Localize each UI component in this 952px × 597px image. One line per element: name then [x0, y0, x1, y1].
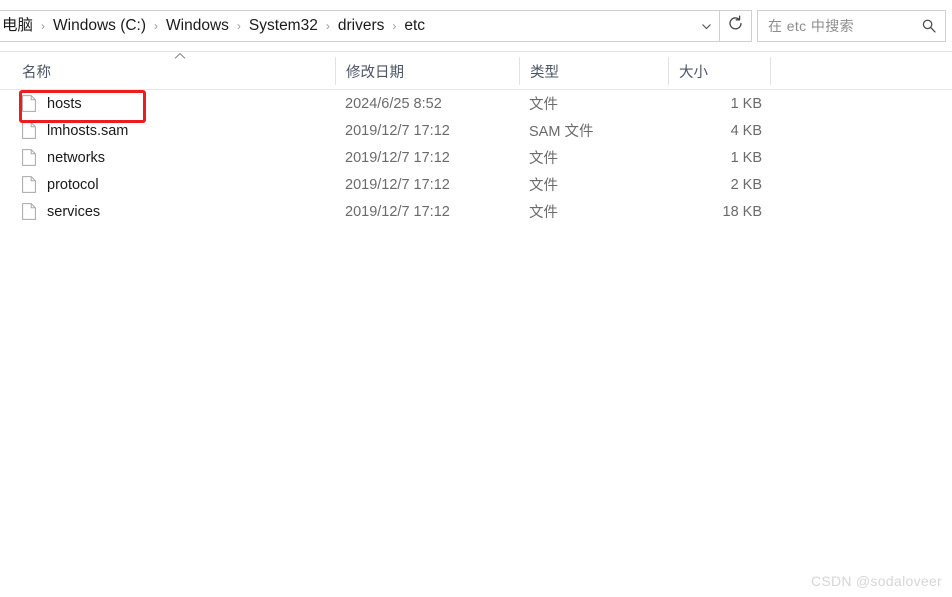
- file-date-cell: 2019/12/7 17:12: [345, 176, 450, 193]
- file-date-cell: 2019/12/7 17:12: [345, 122, 450, 139]
- search-input[interactable]: 在 etc 中搜索: [768, 16, 921, 36]
- file-name-cell[interactable]: lmhosts.sam: [22, 117, 128, 144]
- refresh-icon: [727, 15, 744, 37]
- file-date-cell: 2024/6/25 8:52: [345, 95, 442, 112]
- file-name-cell[interactable]: services: [22, 198, 100, 225]
- column-header-type[interactable]: 类型: [520, 52, 559, 90]
- file-date-cell: 2019/12/7 17:12: [345, 203, 450, 220]
- table-row[interactable]: hosts 2024/6/25 8:52 文件 1 KB: [0, 90, 952, 117]
- breadcrumb-item-windows[interactable]: Windows: [165, 11, 230, 41]
- table-row[interactable]: services 2019/12/7 17:12 文件 18 KB: [0, 198, 952, 225]
- chevron-up-icon: [172, 52, 188, 62]
- breadcrumb-item-drivers[interactable]: drivers: [337, 11, 386, 41]
- search-box[interactable]: 在 etc 中搜索: [757, 10, 946, 42]
- table-row[interactable]: networks 2019/12/7 17:12 文件 1 KB: [0, 144, 952, 171]
- file-icon: [22, 149, 36, 166]
- file-icon: [22, 176, 36, 193]
- search-icon[interactable]: [921, 18, 937, 34]
- table-row[interactable]: lmhosts.sam 2019/12/7 17:12 SAM 文件 4 KB: [0, 117, 952, 144]
- column-header-name[interactable]: 名称: [12, 52, 51, 90]
- breadcrumb-item-computer[interactable]: 电脑: [1, 11, 34, 41]
- file-name-label: services: [47, 203, 101, 220]
- breadcrumb-separator: ›: [41, 19, 46, 33]
- breadcrumb-item-system32[interactable]: System32: [248, 11, 319, 41]
- column-header-row: 名称 修改日期 类型 大小: [0, 52, 952, 90]
- file-name-label: hosts: [47, 95, 82, 112]
- refresh-button[interactable]: [720, 10, 752, 42]
- breadcrumb[interactable]: 电脑 › Windows (C:) › Windows › System32 ›…: [0, 10, 720, 42]
- table-row[interactable]: protocol 2019/12/7 17:12 文件 2 KB: [0, 171, 952, 198]
- file-icon: [22, 95, 36, 112]
- file-size-cell: 18 KB: [722, 203, 763, 220]
- chevron-down-icon[interactable]: [693, 11, 719, 41]
- file-size-cell: 2 KB: [730, 176, 762, 193]
- column-divider[interactable]: [770, 57, 771, 85]
- file-type-cell: SAM 文件: [529, 124, 594, 140]
- breadcrumb-item-windows-c[interactable]: Windows (C:): [52, 11, 147, 41]
- file-size-cell: 1 KB: [730, 95, 762, 112]
- file-name-label: networks: [47, 149, 106, 166]
- breadcrumb-separator: ›: [325, 19, 330, 33]
- address-bar: 电脑 › Windows (C:) › Windows › System32 ›…: [0, 0, 952, 52]
- file-type-cell: 文件: [529, 151, 558, 167]
- breadcrumb-separator: ›: [236, 19, 241, 33]
- file-name-cell[interactable]: networks: [22, 144, 105, 171]
- file-type-cell: 文件: [529, 178, 558, 194]
- file-explorer-window: 电脑 › Windows (C:) › Windows › System32 ›…: [0, 0, 952, 597]
- watermark: CSDN @sodaloveer: [810, 573, 942, 589]
- file-name-label: protocol: [47, 176, 99, 193]
- file-name-cell[interactable]: protocol: [22, 171, 99, 198]
- file-size-cell: 1 KB: [730, 149, 762, 166]
- breadcrumb-separator: ›: [154, 19, 159, 33]
- file-type-cell: 文件: [529, 97, 558, 113]
- breadcrumb-item-etc[interactable]: etc: [403, 11, 426, 41]
- column-header-date-modified[interactable]: 修改日期: [336, 52, 404, 90]
- file-icon: [22, 122, 36, 139]
- file-type-cell: 文件: [529, 205, 558, 221]
- file-list: hosts 2024/6/25 8:52 文件 1 KB lmhosts.sam…: [0, 90, 952, 260]
- file-size-cell: 4 KB: [730, 122, 762, 139]
- file-icon: [22, 203, 36, 220]
- file-name-cell[interactable]: hosts: [22, 90, 82, 117]
- column-header-size[interactable]: 大小: [669, 52, 708, 90]
- file-date-cell: 2019/12/7 17:12: [345, 149, 450, 166]
- file-name-label: lmhosts.sam: [47, 122, 129, 139]
- breadcrumb-separator: ›: [392, 19, 397, 33]
